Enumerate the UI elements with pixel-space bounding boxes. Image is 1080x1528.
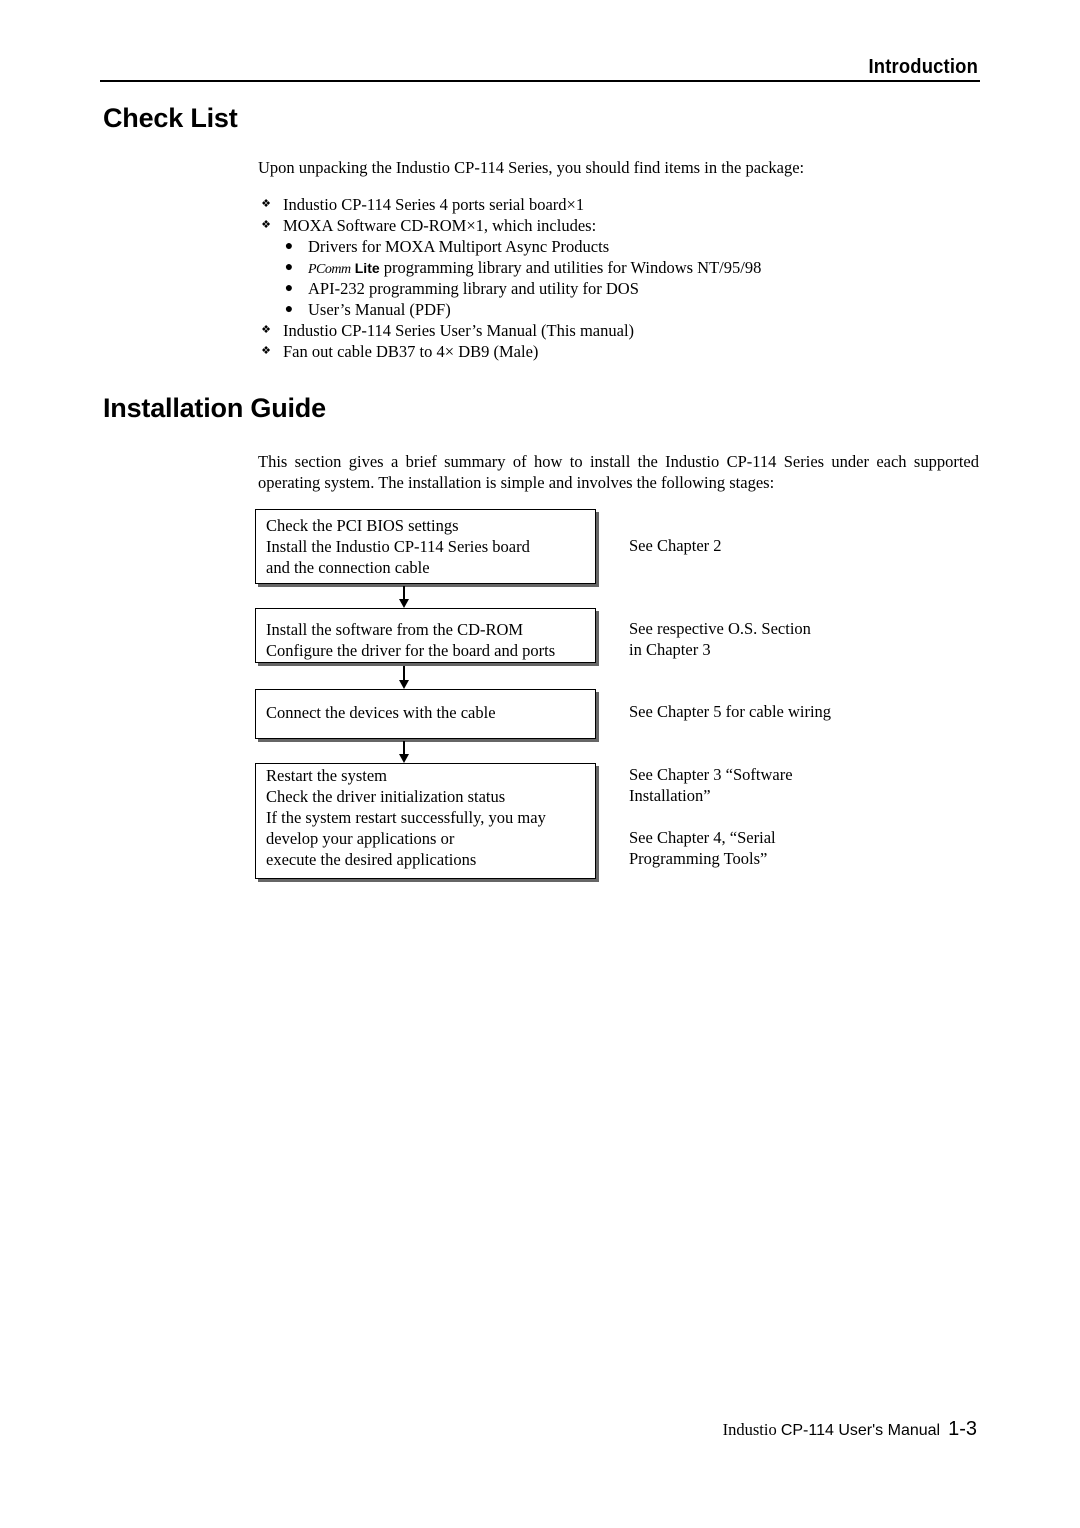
list-item-text: Fan out cable DB37 to 4× DB9 (Male): [283, 342, 539, 361]
chapter-reference-line: See Chapter 3 “Software: [629, 765, 793, 784]
flow-step-line: Check the driver initialization status: [266, 787, 506, 806]
package-contents-list: ❖ Industio CP-114 Series 4 ports serial …: [258, 194, 761, 362]
list-item-text: API-232 programming library and utility …: [308, 279, 639, 298]
flow-arrow-down-icon: [399, 666, 409, 689]
chapter-reference-line: See Chapter 2: [629, 536, 722, 555]
installation-guide-intro: This section gives a brief summary of ho…: [258, 452, 979, 492]
list-subitem: ● Drivers for MOXA Multiport Async Produ…: [258, 236, 761, 257]
chapter-reference-line: Installation”: [629, 786, 711, 805]
list-item-text: Drivers for MOXA Multiport Async Product…: [308, 237, 610, 256]
flow-step-connect: Connect the devices with the cable: [255, 689, 596, 739]
section-title: Introduction: [868, 56, 978, 78]
chapter-reference-line: in Chapter 3: [629, 640, 711, 659]
chapter-reference-line: See Chapter 5 for cable wiring: [629, 702, 832, 721]
check-list-intro: Upon unpacking the Industio CP-114 Serie…: [258, 158, 805, 177]
flow-step-line: Check the PCI BIOS settings: [266, 516, 459, 535]
check-list-heading: Check List: [103, 103, 238, 133]
flow-step-line: execute the desired applications: [266, 850, 477, 869]
list-item: ❖ Industio CP-114 Series User’s Manual (…: [258, 320, 761, 341]
chapter-reference-line: See respective O.S. Section: [629, 619, 811, 638]
chapter-reference: See respective O.S. Section in Chapter 3: [629, 618, 811, 660]
chapter-reference: See Chapter 2: [629, 535, 722, 556]
dot-bullet-icon: ●: [284, 260, 294, 275]
page-number: 1-3: [948, 1418, 977, 1440]
chapter-reference: See Chapter 5 for cable wiring: [629, 701, 831, 722]
flow-arrow-down-icon: [399, 586, 409, 608]
flow-step-line: Install the Industio CP-114 Series board: [266, 537, 530, 556]
flow-step-restart: Restart the system Check the driver init…: [255, 763, 596, 879]
list-subitem: ● API-232 programming library and utilit…: [258, 278, 761, 299]
diamond-bullet-icon: ❖: [261, 219, 271, 231]
diamond-bullet-icon: ❖: [261, 324, 271, 336]
flow-arrow-down-icon: [399, 741, 409, 763]
dot-bullet-icon: ●: [284, 302, 294, 317]
dot-bullet-icon: ●: [284, 239, 294, 254]
footer-product: CP-114 User's Manual: [780, 1422, 941, 1439]
flow-step-line: develop your applications or: [266, 829, 455, 848]
pcomm-logo-text: PComm: [308, 262, 351, 277]
flow-step-line: Configure the driver for the board and p…: [266, 641, 556, 660]
list-item: ❖ Industio CP-114 Series 4 ports serial …: [258, 194, 761, 215]
installation-guide-heading: Installation Guide: [103, 393, 326, 423]
flow-step-line: Connect the devices with the cable: [266, 703, 496, 722]
flow-step-line: and the connection cable: [266, 558, 430, 577]
list-subitem: ● User’s Manual (PDF): [258, 299, 761, 320]
diamond-bullet-icon: ❖: [261, 198, 271, 210]
list-item: ❖ Fan out cable DB37 to 4× DB9 (Male): [258, 341, 761, 362]
list-item-text: programming library and utilities for Wi…: [379, 258, 762, 277]
chapter-reference: See Chapter 3 “Software Installation”: [629, 764, 793, 806]
chapter-reference: See Chapter 4, “Serial Programming Tools…: [629, 827, 776, 869]
flow-step-hardware: Check the PCI BIOS settings Install the …: [255, 509, 596, 584]
diamond-bullet-icon: ❖: [261, 345, 271, 357]
flow-step-software: Install the software from the CD-ROM Con…: [255, 608, 596, 663]
flow-step-line: If the system restart successfully, you …: [266, 808, 546, 827]
list-item-text: User’s Manual (PDF): [308, 300, 451, 319]
list-item-text: Industio CP-114 Series 4 ports serial bo…: [283, 195, 585, 214]
page-footer: Industio CP-114 User's Manual 1-3: [723, 1418, 977, 1441]
footer-brand: Industio: [722, 1420, 781, 1439]
flow-step-line: Install the software from the CD-ROM: [266, 620, 524, 639]
dot-bullet-icon: ●: [284, 281, 294, 296]
list-item-text: MOXA Software CD-ROM×1, which includes:: [283, 216, 597, 235]
list-item: ❖ MOXA Software CD-ROM×1, which includes…: [258, 215, 761, 236]
chapter-reference-line: See Chapter 4, “Serial: [629, 828, 776, 847]
flow-step-line: Restart the system: [266, 766, 387, 785]
list-item-text: Industio CP-114 Series User’s Manual (Th…: [283, 321, 635, 340]
list-subitem: ● PComm Lite programming library and uti…: [258, 257, 762, 278]
header-divider: [100, 80, 980, 82]
lite-logo-text: Lite: [354, 260, 380, 276]
chapter-reference-line: Programming Tools”: [629, 849, 768, 868]
